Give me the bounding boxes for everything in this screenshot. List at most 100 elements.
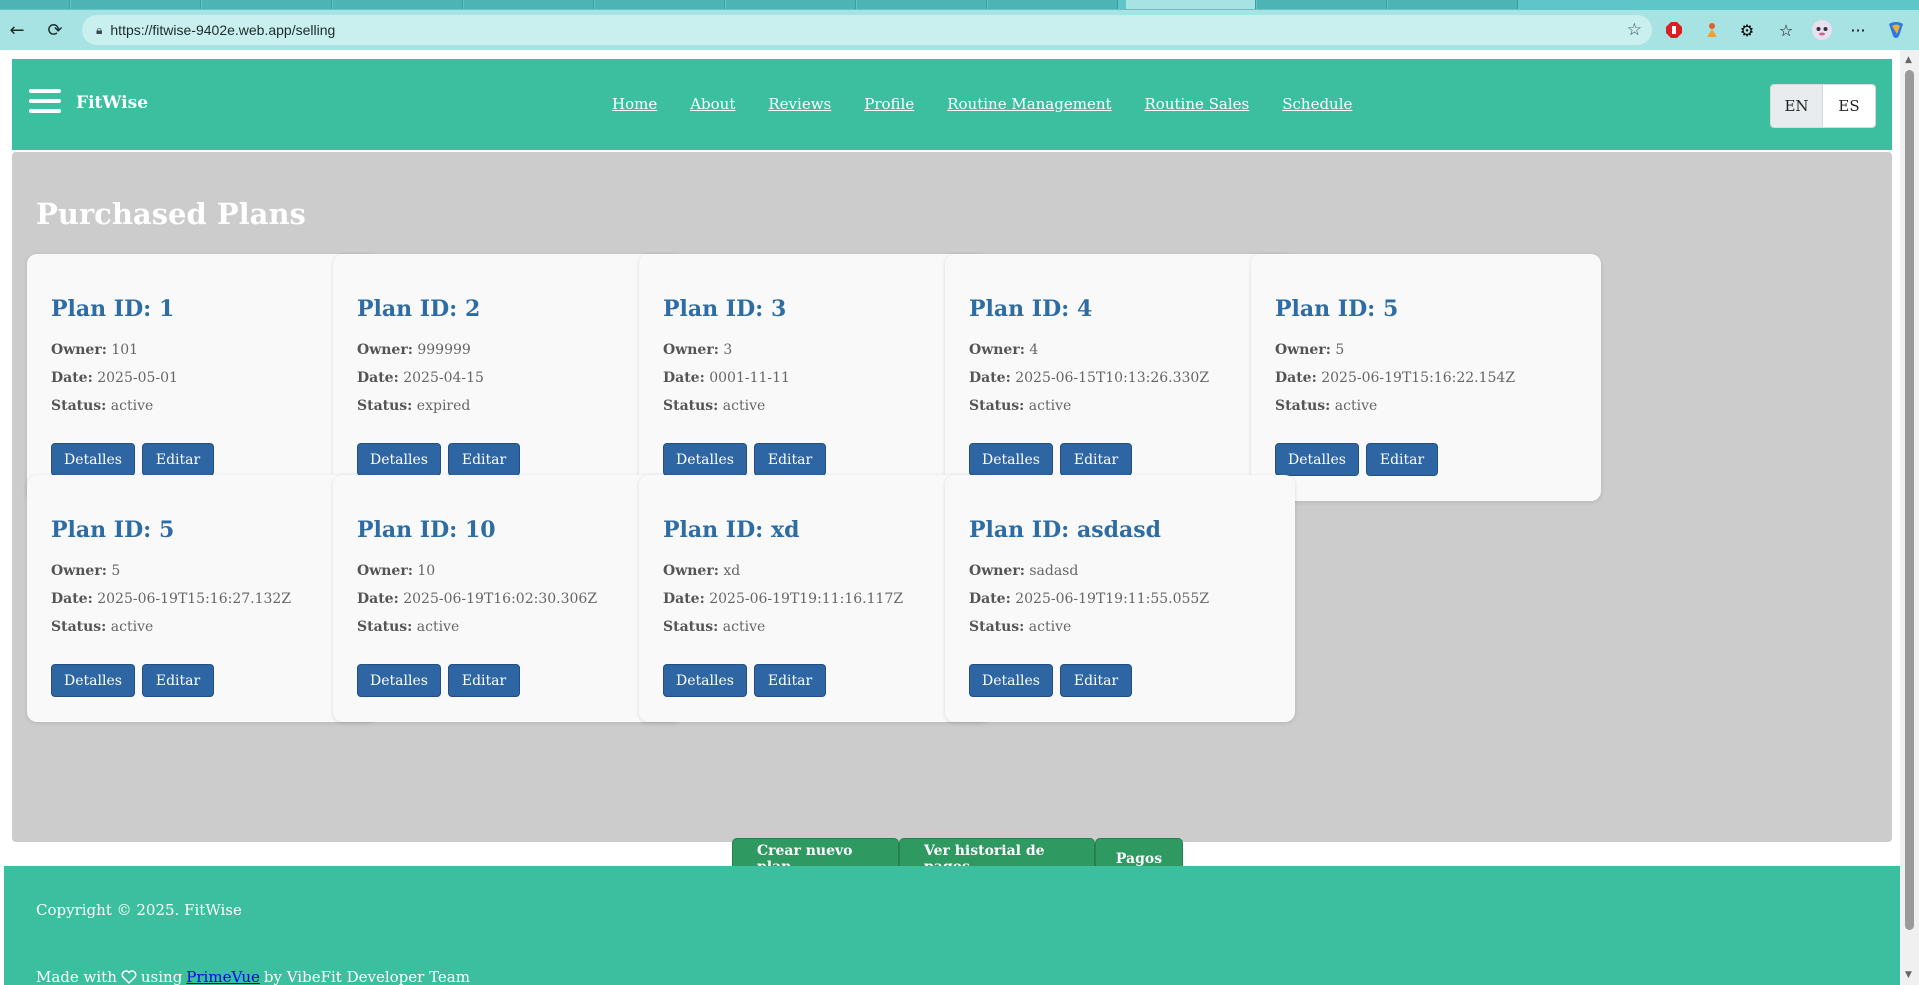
reload-icon[interactable]: ⟳: [42, 17, 68, 43]
edit-button[interactable]: Editar: [754, 664, 826, 697]
details-button[interactable]: Detalles: [51, 664, 135, 697]
owner-value: sadasd: [1029, 563, 1079, 579]
nav-link-routine-management[interactable]: Routine Management: [947, 95, 1111, 113]
extensions-puzzle-icon[interactable]: ⚙: [1735, 18, 1759, 42]
nav-link-schedule[interactable]: Schedule: [1282, 95, 1352, 113]
scroll-down-icon[interactable]: ▼: [1905, 970, 1912, 980]
page-title: Purchased Plans: [36, 197, 306, 231]
plan-card-buttons: Detalles Editar: [969, 664, 1132, 697]
browser-tab[interactable]: [595, 0, 725, 9]
owner-label: Owner:: [51, 342, 107, 358]
browser-tab[interactable]: [1388, 0, 1518, 9]
details-button[interactable]: Detalles: [663, 443, 747, 476]
plan-id: Plan ID: 5: [1275, 296, 1399, 322]
primevue-link[interactable]: PrimeVue: [186, 968, 260, 985]
scroll-up-icon[interactable]: ▲: [1905, 55, 1912, 65]
owner-value: 101: [111, 342, 139, 358]
plan-date: Date: 2025-06-19T19:11:55.055Z: [969, 591, 1209, 607]
date-label: Date:: [1275, 370, 1317, 386]
page-viewport: FitWise Home About Reviews Profile Routi…: [4, 50, 1900, 985]
lang-en-button[interactable]: EN: [1771, 85, 1823, 127]
edit-button[interactable]: Editar: [1060, 664, 1132, 697]
plan-status: Status: active: [663, 398, 765, 414]
main-content: Purchased Plans Plan ID: 1 Owner: 101 Date…: [12, 152, 1892, 879]
url-text: https://fitwise-9402e.web.app/selling: [110, 22, 336, 38]
profile-avatar[interactable]: [1810, 18, 1834, 42]
status-value: active: [1028, 398, 1072, 414]
address-bar[interactable]: 🔒︎ https://fitwise-9402e.web.app/selling…: [82, 15, 1652, 45]
date-value: 2025-05-01: [97, 370, 178, 386]
favorite-star-icon[interactable]: ☆: [1627, 20, 1642, 40]
plan-card-buttons: Detalles Editar: [1275, 443, 1438, 476]
browser-toolbar: ← ⟳ 🔒︎ https://fitwise-9402e.web.app/sel…: [0, 10, 1919, 50]
extension-figure-icon[interactable]: [1700, 18, 1724, 42]
plan-card: Plan ID: 1 Owner: 101 Date: 2025-05-01 Stat…: [27, 254, 377, 501]
edit-button[interactable]: Editar: [1060, 443, 1132, 476]
copilot-icon[interactable]: [1884, 18, 1908, 42]
nav-link-routine-sales[interactable]: Routine Sales: [1145, 95, 1250, 113]
edit-button[interactable]: Editar: [448, 443, 520, 476]
plan-owner: Owner: sadasd: [969, 563, 1078, 579]
plan-status: Status: active: [663, 619, 765, 635]
plan-card: Plan ID: 10 Owner: 10 Date: 2025-06-19T16:…: [333, 475, 683, 722]
nav-link-about[interactable]: About: [690, 95, 735, 113]
status-value: active: [110, 619, 154, 635]
status-label: Status:: [51, 398, 107, 414]
browser-tab[interactable]: [464, 0, 594, 9]
details-button[interactable]: Detalles: [663, 664, 747, 697]
browser-tab[interactable]: [857, 0, 987, 9]
date-label: Date:: [969, 370, 1011, 386]
status-label: Status:: [1275, 398, 1331, 414]
date-label: Date:: [51, 591, 93, 607]
owner-value: 5: [111, 563, 121, 579]
edit-button[interactable]: Editar: [142, 443, 214, 476]
plan-id: Plan ID: 1: [51, 296, 175, 322]
edit-button[interactable]: Editar: [1366, 443, 1438, 476]
browser-tab[interactable]: [1257, 0, 1387, 9]
browser-tab-active[interactable]: [1126, 0, 1256, 9]
details-button[interactable]: Detalles: [51, 443, 135, 476]
menu-hamburger-icon[interactable]: [29, 89, 61, 113]
plan-id: Plan ID: 3: [663, 296, 787, 322]
extension-stop-icon[interactable]: [1662, 18, 1686, 42]
plan-date: Date: 2025-06-19T15:16:27.132Z: [51, 591, 291, 607]
owner-label: Owner:: [357, 342, 413, 358]
details-button[interactable]: Detalles: [1275, 443, 1359, 476]
plan-card-buttons: Detalles Editar: [969, 443, 1132, 476]
scrollbar-thumb[interactable]: [1905, 70, 1914, 930]
browser-tab[interactable]: [202, 0, 332, 9]
plan-owner: Owner: 5: [1275, 342, 1344, 358]
status-value: expired: [416, 398, 471, 414]
page-scrollbar[interactable]: ▲ ▼: [1900, 50, 1919, 985]
date-label: Date:: [969, 591, 1011, 607]
browser-tab[interactable]: [0, 0, 70, 9]
nav-link-profile[interactable]: Profile: [864, 95, 914, 113]
details-button[interactable]: Detalles: [969, 443, 1053, 476]
nav-link-home[interactable]: Home: [612, 95, 657, 113]
details-button[interactable]: Detalles: [357, 443, 441, 476]
plan-owner: Owner: 10: [357, 563, 435, 579]
date-label: Date:: [357, 591, 399, 607]
browser-tab[interactable]: [71, 0, 201, 9]
back-icon[interactable]: ←: [4, 17, 30, 43]
nav-link-reviews[interactable]: Reviews: [768, 95, 831, 113]
lock-icon[interactable]: 🔒︎: [96, 23, 102, 38]
plan-status: Status: active: [357, 619, 459, 635]
edit-button[interactable]: Editar: [448, 664, 520, 697]
plan-owner: Owner: 101: [51, 342, 138, 358]
status-label: Status:: [51, 619, 107, 635]
brand-name[interactable]: FitWise: [76, 93, 148, 113]
edit-button[interactable]: Editar: [754, 443, 826, 476]
browser-tab[interactable]: [333, 0, 463, 9]
lang-es-button[interactable]: ES: [1823, 85, 1875, 127]
date-value: 2025-06-15T10:13:26.330Z: [1015, 370, 1210, 386]
more-options-icon[interactable]: ···: [1846, 18, 1870, 42]
favorites-icon[interactable]: ☆: [1774, 18, 1798, 42]
browser-tab[interactable]: [726, 0, 856, 9]
details-button[interactable]: Detalles: [357, 664, 441, 697]
plan-owner: Owner: 999999: [357, 342, 471, 358]
details-button[interactable]: Detalles: [969, 664, 1053, 697]
browser-tab[interactable]: [988, 0, 1118, 9]
edit-button[interactable]: Editar: [142, 664, 214, 697]
plan-status: Status: active: [969, 619, 1071, 635]
